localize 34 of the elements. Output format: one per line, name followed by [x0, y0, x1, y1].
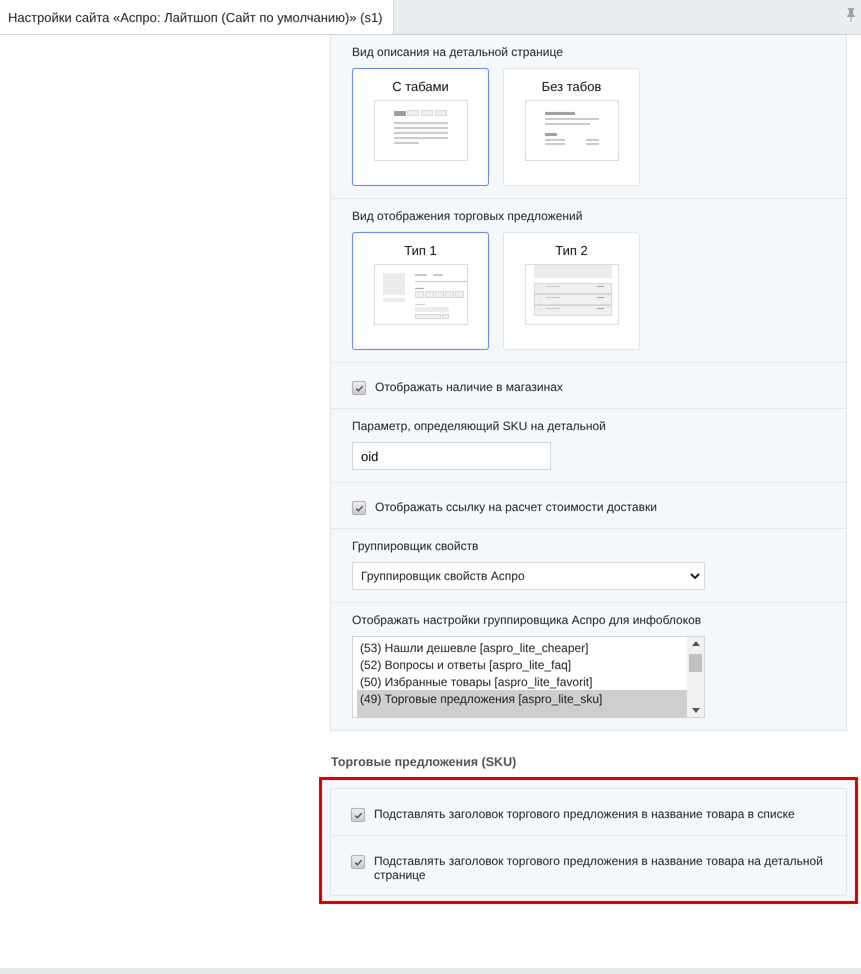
layout-option-card[interactable]: Тип 1 [352, 232, 489, 350]
section-heading: Торговые предложения (SKU) [330, 754, 518, 771]
scroll-thumb[interactable] [689, 654, 702, 672]
field-label: Группировщик свойств [352, 539, 478, 553]
list-option[interactable]: (49) Торговые предложения [aspro_lite_sku] [357, 690, 687, 707]
checkmark-icon [354, 858, 362, 866]
layout-option-card[interactable]: Без табов [503, 68, 640, 186]
input-field[interactable]: oid [352, 442, 551, 470]
layout-option-card[interactable]: Тип 2 [503, 232, 640, 350]
checkbox-label: Подставлять заголовок торгового предложения в название товара в списке [374, 807, 795, 821]
checkbox[interactable] [351, 808, 365, 822]
list-option[interactable]: (50) Избранные товары [aspro_lite_favorit] [357, 673, 687, 690]
list-option[interactable]: (53) Нашли дешевле [aspro_lite_cheaper] [357, 639, 687, 656]
checkbox[interactable] [352, 381, 366, 395]
field-label: Отображать настройки группировщика Аспро для инфоблоков [352, 613, 702, 627]
arrow-down-icon[interactable] [692, 708, 700, 713]
checkbox-label: Отображать ссылку на расчет стоимости доставки [375, 500, 657, 514]
layout-option-card[interactable]: С табами [352, 68, 489, 186]
field-label: Параметр, определяющий SKU на детальной [352, 419, 606, 433]
scrollbar[interactable] [687, 637, 704, 717]
window-title[interactable]: Настройки сайта «Аспро: Лайтшоп (Сайт по умолчанию)» (s1) [0, 0, 394, 34]
list-option[interactable]: (52) Вопросы и ответы [aspro_lite_faq] [357, 656, 687, 673]
checkbox[interactable] [351, 855, 365, 869]
checkbox-label: Подставлять заголовок торгового предложения в название товара на детальной странице [374, 854, 824, 882]
checkbox[interactable] [352, 501, 366, 515]
dropdown[interactable]: Группировщик свойств Аспро [352, 562, 705, 590]
checkmark-icon [354, 810, 362, 820]
checkmark-icon [354, 504, 364, 512]
field-label: Вид описания на детальной странице [352, 45, 563, 59]
field-label: Вид отображения торговых предложений [352, 209, 582, 223]
checkbox-label: Отображать наличие в магазинах [375, 380, 563, 394]
chevron-down-icon [690, 572, 700, 580]
arrow-up-icon[interactable] [692, 641, 700, 646]
checkmark-icon [354, 384, 364, 392]
